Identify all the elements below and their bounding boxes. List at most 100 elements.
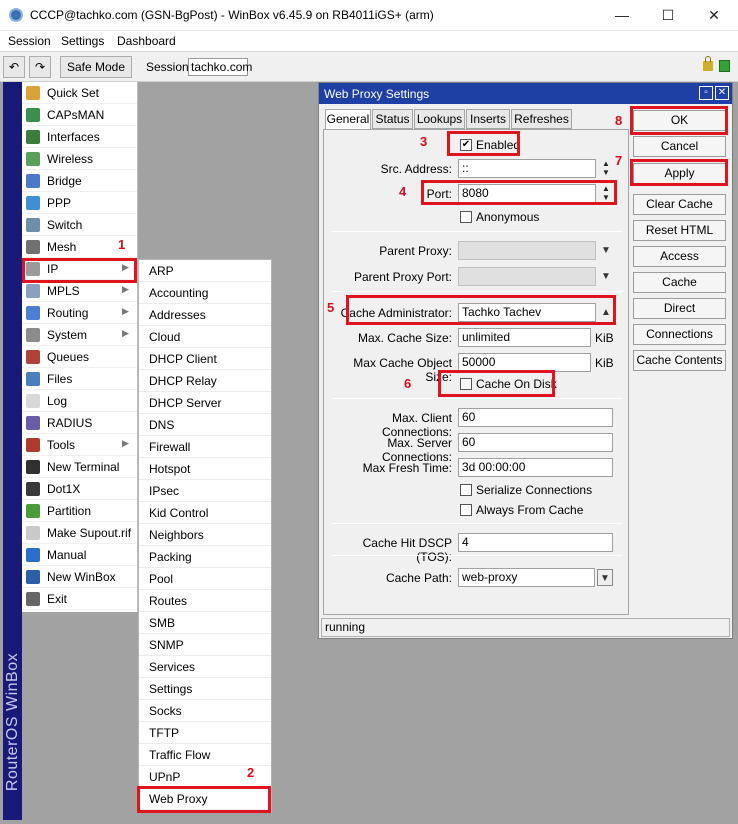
ip-submenu-item[interactable]: ARP	[139, 260, 271, 282]
ip-submenu-item[interactable]: Services	[139, 656, 271, 678]
main-menu-item[interactable]: Make Supout.rif	[22, 522, 137, 544]
cache-button[interactable]: Cache	[633, 272, 726, 293]
cache-on-disk-checkbox[interactable]	[460, 378, 472, 390]
main-menu-item[interactable]: Manual	[22, 544, 137, 566]
cache-admin-field[interactable]: Tachko Tachev	[458, 303, 596, 322]
ip-submenu-item[interactable]: Routes	[139, 590, 271, 612]
main-menu-item[interactable]: Dot1X	[22, 478, 137, 500]
ip-submenu-item[interactable]: DHCP Client	[139, 348, 271, 370]
main-menu-item[interactable]: RADIUS	[22, 412, 137, 434]
cache-hit-dscp-field[interactable]: 4	[458, 533, 613, 552]
anonymous-checkbox[interactable]	[460, 211, 472, 223]
main-menu-item[interactable]: Queues	[22, 346, 137, 368]
safe-mode-button[interactable]: Safe Mode	[60, 56, 132, 78]
close-button[interactable]: ✕	[691, 0, 737, 31]
main-menu-item[interactable]: New Terminal	[22, 456, 137, 478]
tab-general[interactable]: General	[325, 109, 371, 130]
tab-status[interactable]: Status	[372, 109, 413, 129]
main-menu-item[interactable]: Partition	[22, 500, 137, 522]
main-menu-item[interactable]: New WinBox	[22, 566, 137, 588]
main-menu-item[interactable]: Switch	[22, 214, 137, 236]
dialog-close-icon[interactable]: ✕	[715, 86, 729, 100]
session-field[interactable]: tachko.com	[188, 58, 252, 76]
clear-cache-button[interactable]: Clear Cache	[633, 194, 726, 215]
max-cache-object-size-field[interactable]: 50000	[458, 353, 591, 372]
reset-html-button[interactable]: Reset HTML	[633, 220, 726, 241]
cache-path-field[interactable]: web-proxy	[458, 568, 595, 587]
always-from-cache-checkbox[interactable]	[460, 504, 472, 516]
cache-path-dropdown-icon[interactable]: ▼	[597, 569, 613, 586]
main-menu-item[interactable]: Files	[22, 368, 137, 390]
apply-button[interactable]: Apply	[633, 163, 726, 184]
ip-submenu-item[interactable]: DHCP Server	[139, 392, 271, 414]
ip-submenu-item[interactable]: Traffic Flow	[139, 744, 271, 766]
main-menu-item[interactable]: Wireless	[22, 148, 137, 170]
parent-proxy-field[interactable]	[458, 241, 596, 260]
main-menu-item[interactable]: PPP	[22, 192, 137, 214]
ip-submenu-item[interactable]: Pool	[139, 568, 271, 590]
main-menu-item[interactable]: Exit	[22, 588, 137, 610]
main-menu-item[interactable]: Bridge	[22, 170, 137, 192]
ip-submenu-item[interactable]: TFTP	[139, 722, 271, 744]
main-menu-label: IP	[47, 262, 59, 276]
max-cache-size-field[interactable]: unlimited	[458, 328, 591, 347]
ip-submenu-item[interactable]: Cloud	[139, 326, 271, 348]
access-button[interactable]: Access	[633, 246, 726, 267]
ip-submenu-item[interactable]: Kid Control	[139, 502, 271, 524]
tab-lookups[interactable]: Lookups	[414, 109, 465, 129]
ip-submenu-item[interactable]: Packing	[139, 546, 271, 568]
tab-refreshes[interactable]: Refreshes	[511, 109, 572, 129]
parent-proxy-port-dropdown-icon[interactable]: ▼	[598, 268, 614, 285]
cache-contents-button[interactable]: Cache Contents	[633, 350, 726, 371]
ip-submenu-item[interactable]: IPsec	[139, 480, 271, 502]
direct-button[interactable]: Direct	[633, 298, 726, 319]
undo-icon[interactable]: ↶	[3, 56, 25, 78]
max-fresh-time-field[interactable]: 3d 00:00:00	[458, 458, 613, 477]
ip-submenu-label: IPsec	[149, 484, 180, 498]
submenu-arrow-icon: ▶	[122, 262, 129, 272]
redo-icon[interactable]: ↷	[29, 56, 51, 78]
ok-button[interactable]: OK	[633, 110, 726, 131]
serialize-connections-checkbox[interactable]	[460, 484, 472, 496]
main-menu-item[interactable]: System ▶	[22, 324, 137, 346]
cancel-button[interactable]: Cancel	[633, 136, 726, 157]
main-menu-item[interactable]: CAPsMAN	[22, 104, 137, 126]
ip-submenu-item[interactable]: Neighbors	[139, 524, 271, 546]
max-client-connections-field[interactable]: 60	[458, 408, 613, 427]
main-menu-item[interactable]: Log	[22, 390, 137, 412]
main-menu-item[interactable]: Tools ▶	[22, 434, 137, 456]
main-menu-item[interactable]: Quick Set	[22, 82, 137, 104]
dialog-maximize-icon[interactable]: ▫	[699, 86, 713, 100]
enabled-checkbox[interactable]: ✔	[460, 139, 472, 151]
ip-submenu-item[interactable]: Hotspot	[139, 458, 271, 480]
ip-submenu-item[interactable]: DNS	[139, 414, 271, 436]
main-menu-item[interactable]: Routing ▶	[22, 302, 137, 324]
ip-submenu-item[interactable]: Settings	[139, 678, 271, 700]
ip-submenu-item[interactable]: Socks	[139, 700, 271, 722]
cache-admin-expand-icon[interactable]: ▲	[598, 304, 614, 321]
parent-proxy-dropdown-icon[interactable]: ▼	[598, 242, 614, 259]
port-field[interactable]: 8080	[458, 184, 596, 203]
main-menu-item[interactable]: MPLS ▶	[22, 280, 137, 302]
parent-proxy-port-field[interactable]	[458, 267, 596, 286]
ip-submenu-item[interactable]: Firewall	[139, 436, 271, 458]
ip-submenu-item[interactable]: SMB	[139, 612, 271, 634]
ip-submenu-item[interactable]: Addresses	[139, 304, 271, 326]
menu-dashboard[interactable]: Dashboard	[117, 34, 176, 48]
main-menu-item[interactable]: Interfaces	[22, 126, 137, 148]
minimize-button[interactable]: —	[599, 0, 645, 31]
ip-submenu-item[interactable]: DHCP Relay	[139, 370, 271, 392]
max-server-connections-field[interactable]: 60	[458, 433, 613, 452]
port-spinner-icon[interactable]: ▲ ▼	[598, 184, 614, 203]
ip-submenu-item[interactable]: Web Proxy	[139, 788, 271, 810]
src-address-spinner-icon[interactable]: ▲ ▼	[598, 159, 614, 178]
maximize-button[interactable]: ☐	[645, 0, 691, 31]
src-address-field[interactable]: ::	[458, 159, 596, 178]
menu-settings[interactable]: Settings	[61, 34, 104, 48]
ip-submenu-item[interactable]: SNMP	[139, 634, 271, 656]
menu-session[interactable]: Session	[8, 34, 51, 48]
tab-inserts[interactable]: Inserts	[466, 109, 510, 129]
connections-button[interactable]: Connections	[633, 324, 726, 345]
ip-submenu-item[interactable]: Accounting	[139, 282, 271, 304]
main-menu-item[interactable]: IP ▶	[22, 258, 137, 280]
